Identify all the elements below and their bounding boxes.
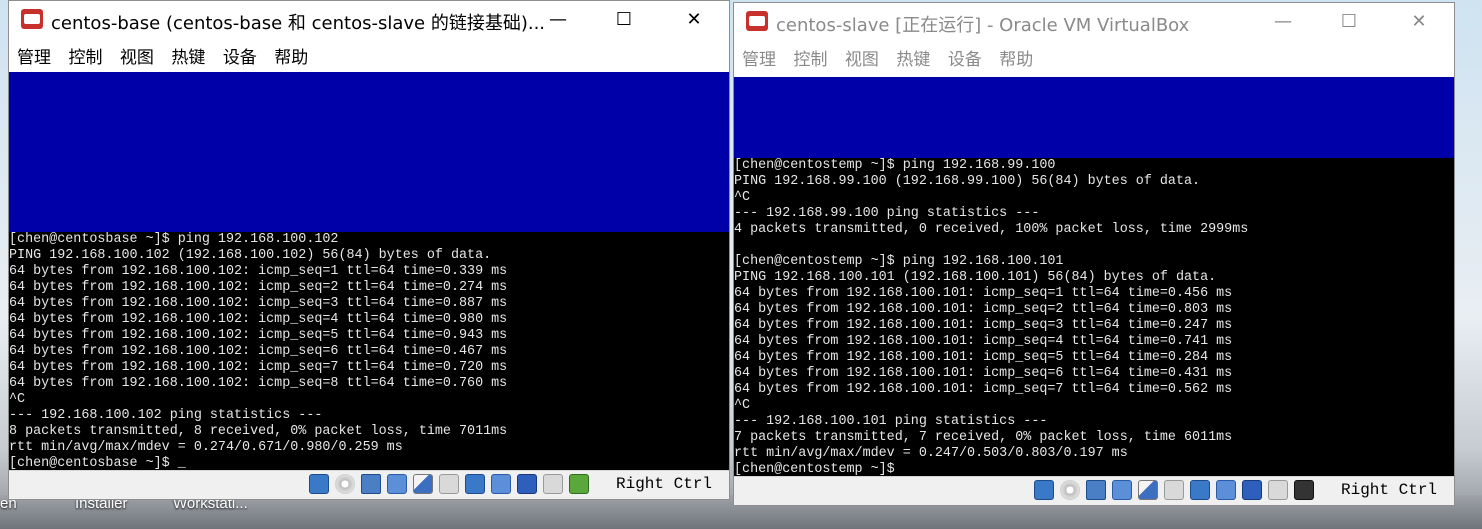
menu-control[interactable]: 控制	[785, 41, 832, 70]
status-bar: Right Ctrl	[734, 476, 1454, 505]
video-capture-icon[interactable]	[465, 474, 485, 494]
guest-terminal[interactable]: [chen@centosbase ~]$ ping 192.168.100.10…	[9, 232, 729, 472]
terminal-line: 64 bytes from 192.168.100.101: icmp_seq=…	[734, 318, 1233, 333]
title-bar[interactable]: centos-slave [正在运行] - Oracle VM VirtualB…	[734, 3, 1454, 41]
terminal-line: [chen@centosbase ~]$ ping 192.168.100.10…	[9, 232, 339, 247]
host-key-label: Right Ctrl	[1341, 481, 1438, 499]
hard-disk-icon[interactable]	[309, 474, 329, 494]
status-icons	[309, 474, 595, 494]
terminal-line: 64 bytes from 192.168.100.102: icmp_seq=…	[9, 376, 508, 391]
network-icon[interactable]	[1112, 480, 1132, 500]
hard-disk-icon[interactable]	[1034, 480, 1054, 500]
cpu-icon[interactable]	[1268, 480, 1288, 500]
minimize-button[interactable]: —	[1260, 3, 1306, 41]
menu-bar: 管理 控制 视图 热键 设备 帮助	[734, 41, 1454, 73]
terminal-line: rtt min/avg/max/mdev = 0.247/0.503/0.803…	[734, 446, 1128, 461]
terminal-line: 64 bytes from 192.168.100.102: icmp_seq=…	[9, 360, 508, 375]
terminal-line: 64 bytes from 192.168.100.101: icmp_seq=…	[734, 366, 1233, 381]
shared-folder-icon[interactable]	[413, 474, 433, 494]
title-bar[interactable]: centos-base (centos-base 和 centos-slave …	[9, 1, 729, 39]
terminal-line: 64 bytes from 192.168.100.101: icmp_seq=…	[734, 382, 1233, 397]
terminal-line: 64 bytes from 192.168.100.102: icmp_seq=…	[9, 280, 508, 295]
menu-help[interactable]: 帮助	[991, 41, 1038, 70]
menu-devices[interactable]: 设备	[215, 39, 262, 68]
terminal-line: 64 bytes from 192.168.100.101: icmp_seq=…	[734, 286, 1233, 301]
terminal-line: 64 bytes from 192.168.100.102: icmp_seq=…	[9, 328, 508, 343]
terminal-line: 64 bytes from 192.168.100.101: icmp_seq=…	[734, 350, 1233, 365]
menu-hotkeys[interactable]: 热键	[163, 39, 210, 68]
terminal-line: PING 192.168.100.101 (192.168.100.101) 5…	[734, 270, 1217, 285]
window-title: centos-slave [正在运行] - Oracle VM VirtualB…	[776, 15, 1190, 36]
terminal-line: ^C	[734, 398, 751, 413]
guest-screen-blue-area[interactable]	[734, 77, 1454, 158]
terminal-line: ^C	[9, 392, 26, 407]
terminal-line: 64 bytes from 192.168.100.102: icmp_seq=…	[9, 264, 508, 279]
guest-screen-blue-area[interactable]	[9, 72, 729, 232]
vm-icon[interactable]	[1216, 480, 1236, 500]
menu-control[interactable]: 控制	[60, 39, 107, 68]
close-button[interactable]: ✕	[1396, 3, 1442, 41]
menu-help[interactable]: 帮助	[266, 39, 313, 68]
keyboard-icon[interactable]	[1294, 480, 1314, 500]
optical-disk-icon[interactable]	[335, 474, 355, 494]
usb-icon[interactable]	[361, 474, 381, 494]
window-title: centos-base (centos-base 和 centos-slave …	[51, 13, 546, 34]
terminal-line: --- 192.168.99.100 ping statistics ---	[734, 206, 1040, 221]
guest-terminal[interactable]: [chen@centostemp ~]$ ping 192.168.99.100…	[734, 158, 1454, 478]
status-bar: Right Ctrl	[9, 470, 729, 499]
display-icon[interactable]	[1164, 480, 1184, 500]
menu-view[interactable]: 视图	[837, 41, 884, 70]
maximize-button[interactable]: ☐	[601, 1, 647, 39]
virtualbox-icon	[746, 11, 768, 31]
terminal-line: [chen@centostemp ~]$ ping 192.168.99.100	[734, 158, 1056, 173]
terminal-line: PING 192.168.99.100 (192.168.99.100) 56(…	[734, 174, 1201, 189]
keyboard-icon[interactable]	[569, 474, 589, 494]
terminal-line: 64 bytes from 192.168.100.102: icmp_seq=…	[9, 344, 508, 359]
close-button[interactable]: ✕	[671, 1, 717, 39]
vm-window-centos-base: centos-base (centos-base 和 centos-slave …	[8, 0, 730, 500]
shared-folder-icon[interactable]	[1138, 480, 1158, 500]
maximize-button[interactable]: ☐	[1326, 3, 1372, 41]
terminal-line: --- 192.168.100.101 ping statistics ---	[734, 414, 1048, 429]
terminal-line: 64 bytes from 192.168.100.102: icmp_seq=…	[9, 296, 508, 311]
terminal-line: 8 packets transmitted, 8 received, 0% pa…	[9, 424, 508, 439]
terminal-line: 64 bytes from 192.168.100.101: icmp_seq=…	[734, 334, 1233, 349]
usb-icon[interactable]	[1086, 480, 1106, 500]
terminal-line: PING 192.168.100.102 (192.168.100.102) 5…	[9, 248, 492, 263]
menu-hotkeys[interactable]: 热键	[888, 41, 935, 70]
menu-devices[interactable]: 设备	[940, 41, 987, 70]
display-icon[interactable]	[439, 474, 459, 494]
mouse-integration-icon[interactable]	[517, 474, 537, 494]
terminal-line: rtt min/avg/max/mdev = 0.274/0.671/0.980…	[9, 440, 403, 455]
menu-manage[interactable]: 管理	[734, 41, 781, 70]
host-key-label: Right Ctrl	[616, 475, 713, 493]
menu-view[interactable]: 视图	[112, 39, 159, 68]
vm-window-centos-slave: centos-slave [正在运行] - Oracle VM VirtualB…	[733, 2, 1455, 506]
network-icon[interactable]	[387, 474, 407, 494]
video-capture-icon[interactable]	[1190, 480, 1210, 500]
terminal-line: --- 192.168.100.102 ping statistics ---	[9, 408, 323, 423]
virtualbox-icon	[21, 9, 43, 29]
cpu-icon[interactable]	[543, 474, 563, 494]
terminal-line: 64 bytes from 192.168.100.102: icmp_seq=…	[9, 312, 508, 327]
terminal-line: ^C	[734, 190, 751, 205]
menu-bar: 管理 控制 视图 热键 设备 帮助	[9, 39, 729, 71]
terminal-line: 7 packets transmitted, 7 received, 0% pa…	[734, 430, 1233, 445]
terminal-line: [chen@centostemp ~]$ ping 192.168.100.10…	[734, 254, 1064, 269]
terminal-line: 64 bytes from 192.168.100.101: icmp_seq=…	[734, 302, 1233, 317]
mouse-integration-icon[interactable]	[1242, 480, 1262, 500]
vm-icon[interactable]	[491, 474, 511, 494]
optical-disk-icon[interactable]	[1060, 480, 1080, 500]
minimize-button[interactable]: —	[535, 1, 581, 39]
terminal-line: 4 packets transmitted, 0 received, 100% …	[734, 222, 1249, 237]
status-icons	[1034, 480, 1320, 500]
menu-manage[interactable]: 管理	[9, 39, 56, 68]
